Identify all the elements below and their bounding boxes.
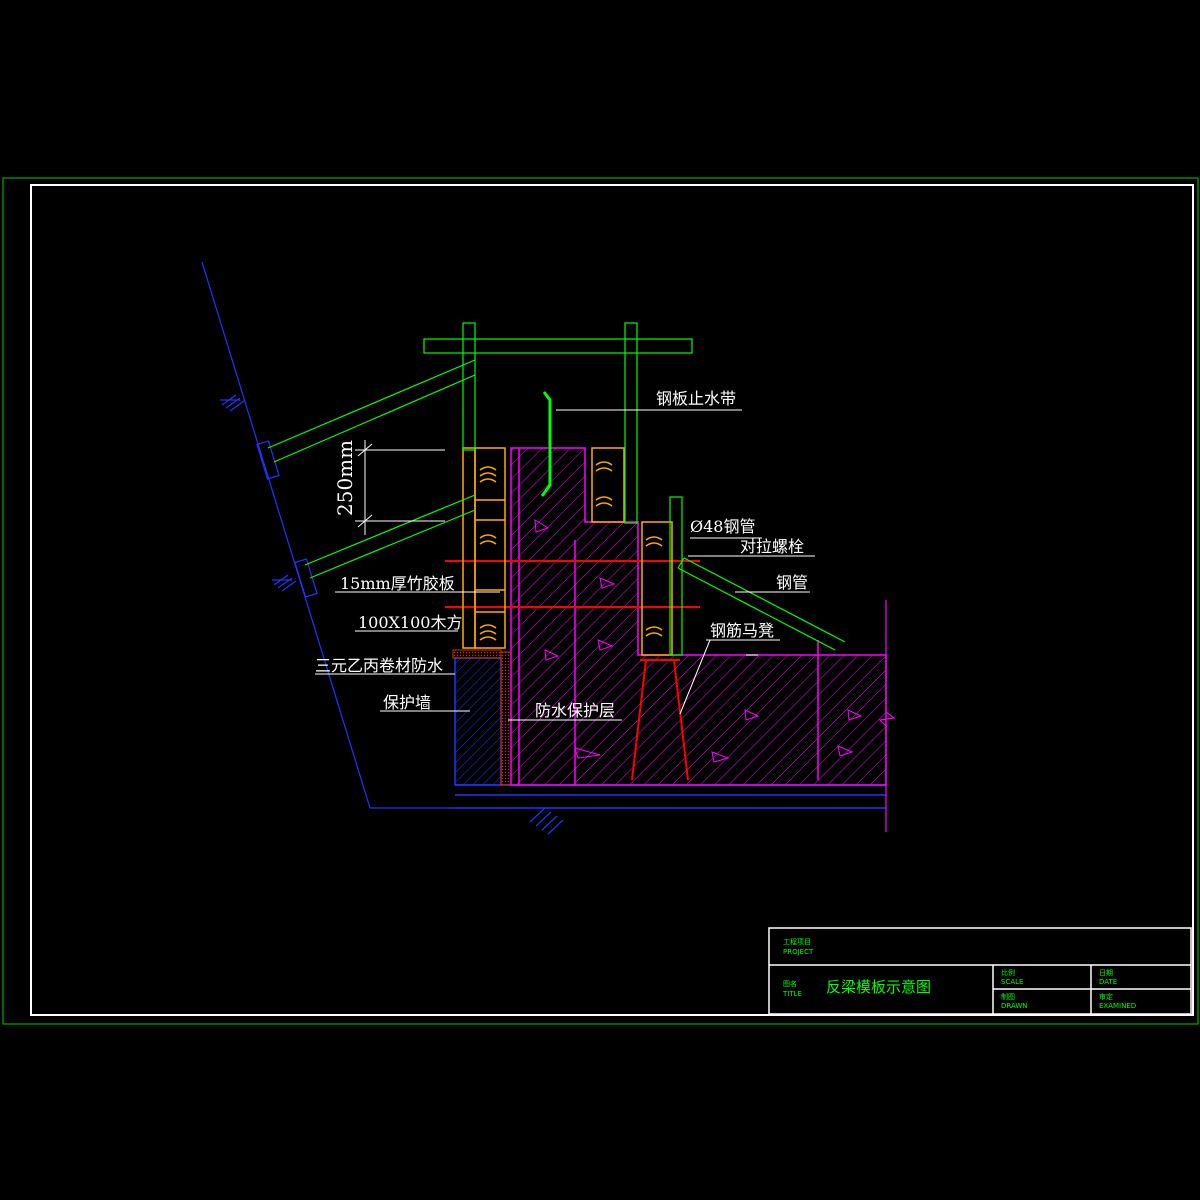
tb-scale-cn: 比例 (1001, 968, 1015, 977)
label-steel-pipe-48: Ø48钢管 (690, 517, 755, 536)
label-tie-bolt: 对拉螺栓 (740, 537, 804, 556)
tb-title-cn: 图名 (783, 979, 797, 988)
waterproof-membrane (500, 651, 512, 786)
label-epdm-waterproof: 三元乙丙卷材防水 (315, 656, 443, 675)
tb-drawn-cn: 制图 (1001, 992, 1015, 1001)
dimension-text: 250mm (333, 440, 357, 516)
tb-examined-cn: 审定 (1099, 992, 1113, 1001)
drawing-title: 反梁模板示意图 (826, 978, 931, 996)
tb-project-en: PROJECT (783, 948, 814, 956)
label-steel-waterstop: 钢板止水带 (656, 389, 736, 408)
dimension-250 (355, 440, 445, 535)
membrane-top (452, 649, 502, 659)
tb-project-cn: 工程项目 (783, 937, 811, 946)
tb-drawn-en: DRAWN (1001, 1002, 1028, 1010)
label-timber: 100X100木方 (358, 613, 462, 632)
label-rebar-chair: 钢筋马凳 (710, 621, 774, 640)
label-waterproof-protective-layer: 防水保护层 (535, 701, 615, 720)
label-protective-wall: 保护墙 (383, 693, 431, 712)
tb-date-cn: 日期 (1099, 969, 1113, 977)
tb-title-en: TITLE (782, 990, 802, 998)
tb-date-en: DATE (1099, 978, 1117, 986)
timber-left (462, 447, 506, 649)
tb-examined-en: EXAMINED (1099, 1002, 1136, 1010)
base-slab (455, 784, 886, 809)
tb-scale-en: SCALE (1001, 978, 1023, 986)
label-steel-pipe: 钢管 (776, 573, 808, 592)
label-bamboo-plywood: 15mm厚竹胶板 (340, 574, 455, 593)
concrete-section (510, 447, 887, 786)
protective-wall (454, 657, 502, 786)
cad-drawing: 250mm 钢板止水带 Ø48钢管 对拉螺栓 钢管 15mm厚竹胶板 100X1… (2, 177, 1199, 1025)
